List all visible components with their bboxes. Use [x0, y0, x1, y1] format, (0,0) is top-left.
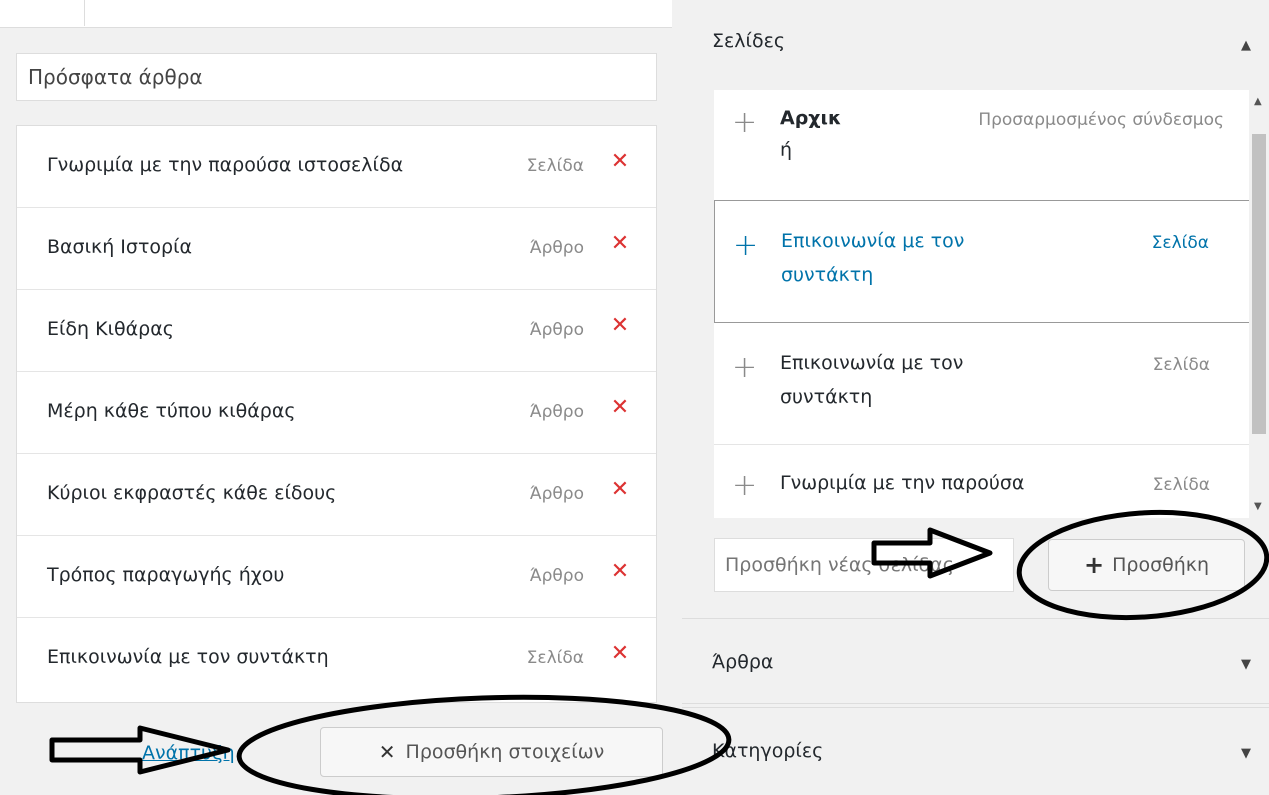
delete-icon[interactable]: ✕ — [608, 150, 632, 174]
add-menu-items-panel: Σελίδες ▲ + Αρχικ ή Προσαρμοσμένος σύνδε… — [682, 0, 1269, 795]
scroll-up-icon[interactable]: ▲ — [1254, 96, 1262, 107]
plus-icon: + — [732, 350, 758, 385]
menu-item-title: Είδη Κιθάρας — [47, 318, 174, 340]
pages-list: + Αρχικ ή Προσαρμοσμένος σύνδεσμος + Επι… — [714, 90, 1251, 518]
menu-structure-panel: Γνωριμία με την παρούσα ιστοσελίδα Σελίδ… — [0, 0, 672, 795]
menu-items-list: Γνωριμία με την παρούσα ιστοσελίδα Σελίδ… — [16, 125, 657, 703]
menu-item[interactable]: Τρόπος παραγωγής ήχου Άρθρο ✕ — [17, 536, 656, 618]
menu-item-type: Άρθρο — [529, 402, 584, 422]
new-page-input[interactable] — [714, 538, 1014, 592]
menu-item[interactable]: Επικοινωνία με τον συντάκτη Σελίδα ✕ — [17, 618, 656, 700]
page-row-highlighted[interactable]: + Επικοινωνία με τον συντάκτη Σελίδα — [714, 200, 1250, 323]
articles-section-header[interactable]: Άρθρα ▼ — [682, 618, 1269, 704]
add-page-button[interactable]: + Προσθήκη — [1048, 539, 1245, 591]
menu-item-title: Βασική Ιστορία — [47, 236, 193, 258]
pages-section-header[interactable]: Σελίδες ▲ — [682, 0, 1269, 86]
divider — [84, 0, 85, 26]
delete-icon[interactable]: ✕ — [608, 232, 632, 256]
menu-item[interactable]: Μέρη κάθε τύπου κιθάρας Άρθρο ✕ — [17, 372, 656, 454]
delete-icon[interactable]: ✕ — [608, 314, 632, 338]
page-title-continued: ή — [780, 139, 793, 161]
scroll-down-icon[interactable]: ▼ — [1254, 501, 1262, 512]
page-type: Προσαρμοσμένος σύνδεσμος — [978, 110, 1224, 130]
pages-section-title: Σελίδες — [712, 30, 785, 52]
menu-item-title: Τρόπος παραγωγής ήχου — [47, 564, 285, 586]
page-type: Σελίδα — [1152, 475, 1210, 495]
expand-arrow-icon[interactable]: ▼ — [1241, 657, 1251, 672]
categories-section-title: Κατηγορίες — [712, 740, 824, 762]
plus-icon: + — [1083, 551, 1105, 579]
page-type: Σελίδα — [1152, 355, 1210, 375]
page-title: Επικοινωνία με τον — [781, 230, 965, 252]
menu-name-input[interactable] — [16, 53, 657, 101]
menu-item[interactable]: Κύριοι εκφραστές κάθε είδους Άρθρο ✕ — [17, 454, 656, 536]
menu-item-type: Σελίδα — [526, 156, 584, 176]
add-items-button[interactable]: ✕ Προσθήκη στοιχείων — [320, 727, 663, 777]
menu-item[interactable]: Γνωριμία με την παρούσα ιστοσελίδα Σελίδ… — [17, 126, 656, 208]
top-bar — [0, 0, 672, 28]
plus-icon: + — [732, 468, 758, 503]
plus-icon: + — [732, 105, 758, 140]
menu-item-title: Κύριοι εκφραστές κάθε είδους — [47, 482, 337, 504]
expand-arrow-icon[interactable]: ▼ — [1241, 746, 1251, 761]
page-title: Αρχικ — [780, 107, 842, 129]
plus-icon: + — [733, 228, 759, 263]
delete-icon[interactable]: ✕ — [608, 642, 632, 666]
menu-item-title: Επικοινωνία με τον συντάκτη — [47, 646, 329, 668]
menu-item-title: Μέρη κάθε τύπου κιθάρας — [47, 400, 296, 422]
delete-icon[interactable]: ✕ — [608, 396, 632, 420]
add-items-label: Προσθήκη στοιχείων — [405, 741, 605, 763]
categories-section-header[interactable]: Κατηγορίες ▼ — [682, 707, 1269, 795]
menu-item-type: Άρθρο — [529, 320, 584, 340]
page-title: Γνωριμία με την παρούσα — [780, 472, 1025, 494]
menu-item-type: Σελίδα — [526, 648, 584, 668]
page-row[interactable]: + Επικοινωνία με τον συντάκτη Σελίδα — [714, 323, 1250, 445]
menu-item-type: Άρθρο — [529, 566, 584, 586]
menu-item-type: Άρθρο — [529, 484, 584, 504]
delete-icon[interactable]: ✕ — [608, 478, 632, 502]
expand-link[interactable]: Ανάπτυξη — [142, 742, 235, 764]
page-row[interactable]: + Αρχικ ή Προσαρμοσμένος σύνδεσμος — [714, 90, 1250, 198]
menu-item-type: Άρθρο — [529, 238, 584, 258]
delete-icon[interactable]: ✕ — [608, 560, 632, 584]
page-title: Επικοινωνία με τον — [780, 352, 964, 374]
scrollbar-thumb[interactable] — [1252, 134, 1266, 434]
page-title-continued: συντάκτη — [780, 386, 873, 408]
page-row[interactable]: + Γνωριμία με την παρούσα Σελίδα — [714, 445, 1250, 518]
add-page-label: Προσθήκη — [1112, 554, 1210, 576]
page-title-continued: συντάκτη — [781, 264, 874, 286]
menu-item-title: Γνωριμία με την παρούσα ιστοσελίδα — [47, 154, 404, 176]
close-icon: ✕ — [378, 740, 396, 764]
menu-item[interactable]: Βασική Ιστορία Άρθρο ✕ — [17, 208, 656, 290]
menu-item[interactable]: Είδη Κιθάρας Άρθρο ✕ — [17, 290, 656, 372]
page-type: Σελίδα — [1151, 233, 1209, 253]
articles-section-title: Άρθρα — [712, 651, 774, 673]
pages-scrollbar[interactable]: ▲ ▼ — [1249, 90, 1269, 518]
collapse-arrow-icon[interactable]: ▲ — [1241, 38, 1251, 53]
